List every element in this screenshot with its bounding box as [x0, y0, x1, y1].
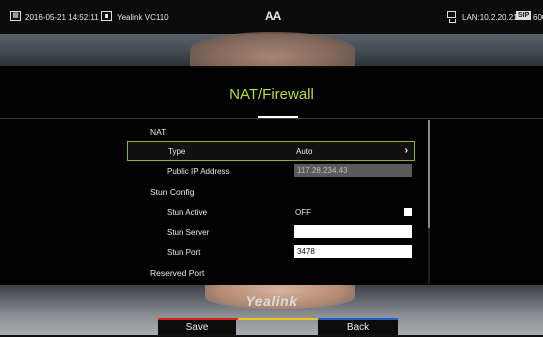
section-label: NAT	[150, 127, 167, 137]
network-icon	[447, 11, 456, 23]
title-divider	[0, 118, 543, 119]
type-value: Auto	[296, 147, 313, 156]
red-key-indicator	[158, 318, 238, 320]
scrollbar-thumb[interactable]	[428, 120, 430, 228]
setting-row-stun-active[interactable]: Stun Active OFF	[127, 202, 415, 222]
stun-port-field[interactable]: 3478	[294, 245, 412, 258]
status-device-name: Yealink VC110	[117, 13, 169, 22]
section-label: Stun Config	[150, 187, 195, 197]
calendar-icon: ▦	[10, 11, 21, 21]
page-title: NAT/Firewall	[229, 86, 314, 103]
section-label: Reserved Port	[150, 268, 205, 278]
sip-line: 600	[533, 13, 543, 22]
status-bar: ▦ 2016-05-21 14:52:11 Yealink VC110 AA L…	[0, 0, 543, 34]
setting-row-stun-server[interactable]: Stun Server	[127, 222, 415, 242]
public-ip-field: 117.28.234.43	[294, 164, 412, 177]
setting-row-public-ip[interactable]: Public IP Address 117.28.234.43	[127, 161, 415, 181]
section-stun-config: Stun Config	[127, 181, 415, 201]
stun-port-label: Stun Port	[167, 248, 201, 257]
yellow-key-indicator	[238, 318, 318, 320]
status-lan: LAN:10.2.20.210	[462, 13, 523, 22]
brand-watermark: Yealink	[245, 293, 298, 309]
section-reserved-port: Reserved Port	[127, 262, 415, 282]
type-label: Type	[168, 147, 186, 156]
setting-row-stun-port[interactable]: Stun Port 3478	[127, 242, 415, 262]
stun-active-value: OFF	[295, 208, 311, 217]
chevron-right-icon: ›	[404, 145, 408, 156]
back-button[interactable]: Back	[318, 318, 398, 335]
status-logo: AA	[265, 9, 281, 23]
section-nat: NAT	[127, 121, 415, 141]
save-button[interactable]: Save	[158, 318, 236, 335]
stun-server-field[interactable]	[294, 225, 412, 238]
softkey-bar: Save Back	[158, 318, 398, 335]
settings-panel: NAT/Firewall NAT Type Auto › Public IP A…	[0, 66, 543, 285]
status-datetime: 2016-05-21 14:52:11	[25, 13, 99, 22]
camera-person	[190, 32, 355, 68]
sip-badge: SIP	[516, 11, 532, 20]
camera-background-top	[0, 32, 543, 68]
public-ip-label: Public IP Address	[167, 167, 230, 176]
stun-server-label: Stun Server	[167, 228, 210, 237]
blue-key-indicator	[318, 318, 398, 320]
stun-active-label: Stun Active	[167, 208, 208, 217]
stun-active-checkbox[interactable]	[404, 208, 412, 216]
setting-row-type[interactable]: Type Auto ›	[127, 141, 415, 161]
monitor-icon	[101, 11, 112, 21]
